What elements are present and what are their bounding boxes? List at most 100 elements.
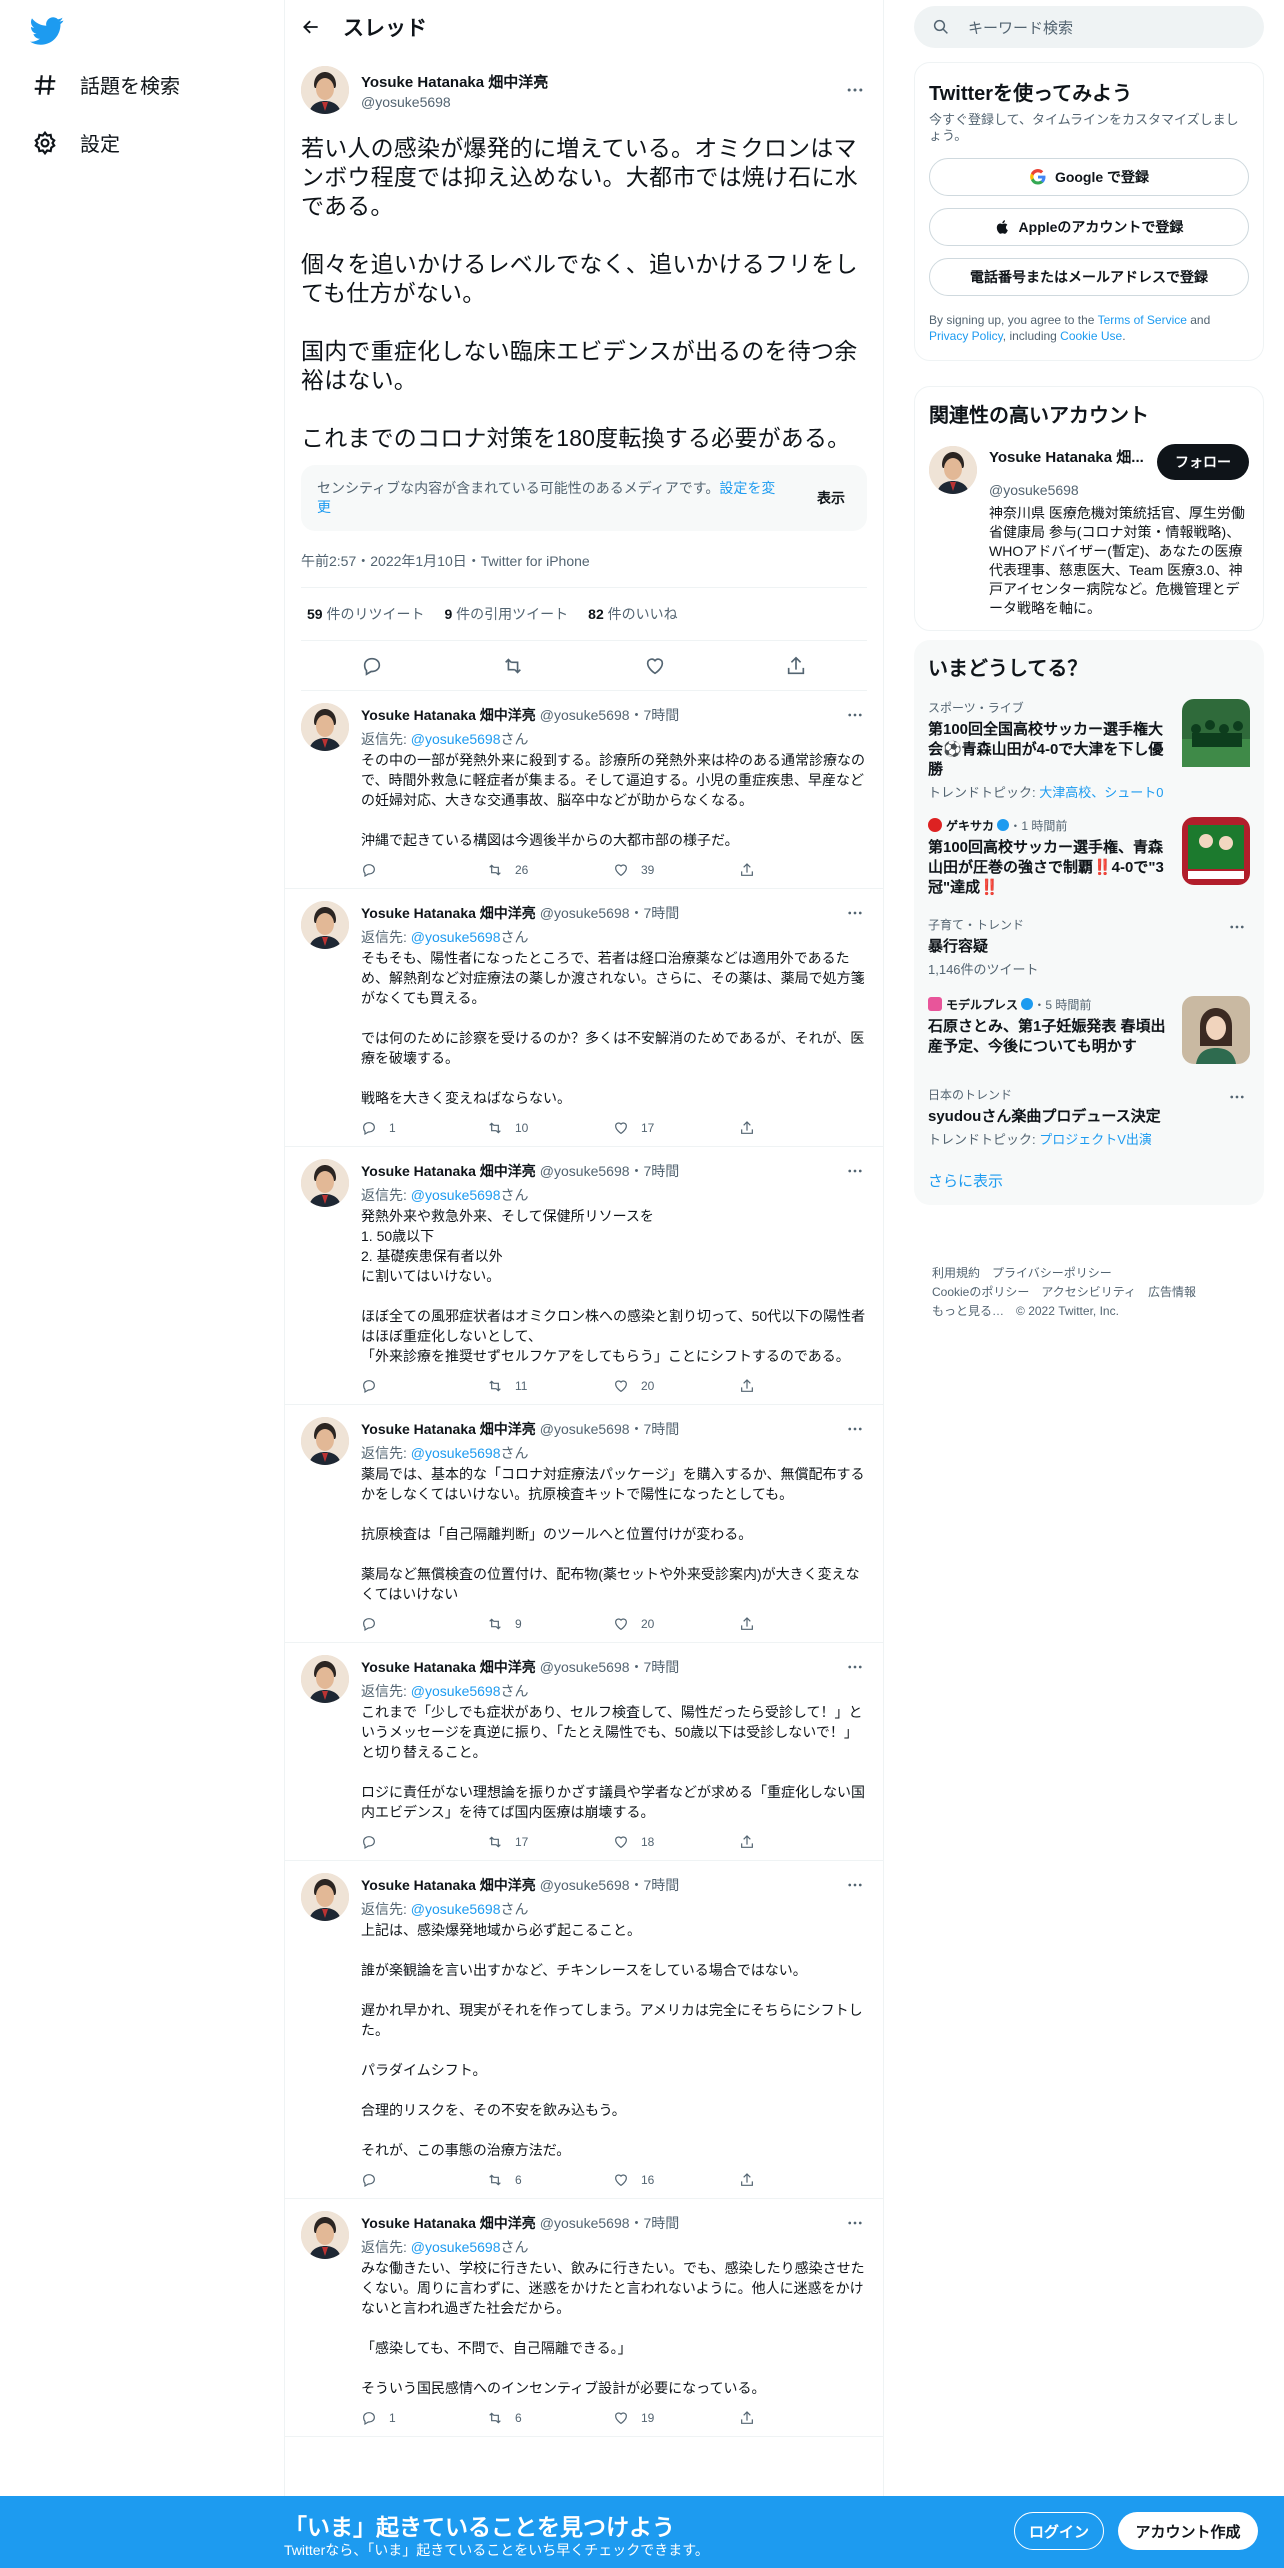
avatar[interactable] <box>301 1417 349 1465</box>
avatar[interactable] <box>929 446 977 494</box>
phone-email-signup-button[interactable]: 電話番号またはメールアドレスで登録 <box>929 258 1249 296</box>
share-action[interactable] <box>739 1120 865 1136</box>
share-icon[interactable] <box>785 655 807 677</box>
reply-action[interactable] <box>361 1834 487 1850</box>
avatar[interactable] <box>301 1159 349 1207</box>
share-action[interactable] <box>739 1616 865 1632</box>
author-handle[interactable]: @yosuke5698 <box>361 94 843 110</box>
mention-link[interactable]: @yosuke5698 <box>411 929 501 945</box>
author-name[interactable]: Yosuke Hatanaka 畑中洋亮 <box>361 2213 536 2233</box>
like-action[interactable]: 20 <box>613 1378 739 1394</box>
mention-link[interactable]: @yosuke5698 <box>411 1683 501 1699</box>
share-action[interactable] <box>739 2172 865 2188</box>
reply-tweet[interactable]: Yosuke Hatanaka 畑中洋亮 @yosuke5698・7時間 返信先: … <box>285 889 883 1147</box>
avatar[interactable] <box>301 66 349 114</box>
mention-link[interactable]: @yosuke5698 <box>411 2239 501 2255</box>
search-input[interactable]: キーワード検索 <box>968 17 1073 38</box>
author-name[interactable]: Yosuke Hatanaka 畑中洋亮 <box>361 71 843 92</box>
more-icon[interactable] <box>843 2211 867 2235</box>
mention-link[interactable]: @yosuke5698 <box>411 1901 501 1917</box>
share-action[interactable] <box>739 1378 865 1394</box>
more-icon[interactable] <box>843 901 867 925</box>
footer-link[interactable]: もっと見る… <box>932 1304 1004 1318</box>
share-action[interactable] <box>739 2410 865 2426</box>
cookie-use-link[interactable]: Cookie Use <box>1060 329 1122 343</box>
reply-action[interactable] <box>361 1616 487 1632</box>
retweet-action[interactable]: 17 <box>487 1834 613 1850</box>
reply-action[interactable] <box>361 1378 487 1394</box>
share-action[interactable] <box>739 1834 865 1850</box>
reply-tweet[interactable]: Yosuke Hatanaka 畑中洋亮 @yosuke5698・7時間 返信先: … <box>285 1147 883 1405</box>
related-account-name[interactable]: Yosuke Hatanaka 畑... <box>989 446 1149 467</box>
avatar[interactable] <box>301 703 349 751</box>
more-icon[interactable] <box>843 703 867 727</box>
trend-item[interactable]: スポーツ・ライブ 第100回全国高校サッカー選手権大会⚽青森山田が4-0で大津を… <box>928 699 1250 801</box>
reply-action[interactable] <box>361 862 487 878</box>
footer-link[interactable]: 利用規約 <box>932 1266 980 1280</box>
footer-link[interactable]: Cookieのポリシー <box>932 1285 1029 1299</box>
reply-tweet[interactable]: Yosuke Hatanaka 畑中洋亮 @yosuke5698・7時間 返信先: … <box>285 2199 883 2437</box>
author-handle-time[interactable]: @yosuke5698・7時間 <box>540 2213 680 2233</box>
tweet-timestamp[interactable]: 午前2:57・2022年1月10日・Twitter for iPhone <box>301 551 867 588</box>
follow-button[interactable]: フォロー <box>1157 444 1249 480</box>
login-button[interactable]: ログイン <box>1014 2512 1104 2550</box>
twitter-logo-icon[interactable] <box>30 14 64 48</box>
footer-link[interactable]: プライバシーポリシー <box>992 1266 1112 1280</box>
more-icon[interactable] <box>1228 1088 1246 1106</box>
trend-item[interactable]: モデルプレス ・5 時間前 石原さとみ、第1子妊娠発表 春頃出産予定、今後につい… <box>928 996 1250 1068</box>
reply-tweet[interactable]: Yosuke Hatanaka 畑中洋亮 @yosuke5698・7時間 返信先: … <box>285 1643 883 1861</box>
author-name[interactable]: Yosuke Hatanaka 畑中洋亮 <box>361 1161 536 1181</box>
author-name[interactable]: Yosuke Hatanaka 畑中洋亮 <box>361 1657 536 1677</box>
like-action[interactable]: 19 <box>613 2410 739 2426</box>
retweet-icon[interactable] <box>502 655 524 677</box>
reply-tweet[interactable]: Yosuke Hatanaka 畑中洋亮 @yosuke5698・7時間 返信先: … <box>285 1861 883 2199</box>
footer-link[interactable]: 広告情報 <box>1148 1285 1196 1299</box>
signup-button[interactable]: アカウント作成 <box>1118 2512 1258 2550</box>
author-handle-time[interactable]: @yosuke5698・7時間 <box>540 1161 680 1181</box>
reply-action[interactable] <box>361 2172 487 2188</box>
like-action[interactable]: 20 <box>613 1616 739 1632</box>
author-handle-time[interactable]: @yosuke5698・7時間 <box>540 903 680 923</box>
related-account-handle[interactable]: @yosuke5698 <box>989 482 1249 498</box>
avatar[interactable] <box>301 1655 349 1703</box>
author-name[interactable]: Yosuke Hatanaka 畑中洋亮 <box>361 705 536 725</box>
like-icon[interactable] <box>644 655 666 677</box>
author-name[interactable]: Yosuke Hatanaka 畑中洋亮 <box>361 903 536 923</box>
retweet-action[interactable]: 6 <box>487 2172 613 2188</box>
reply-action[interactable]: 1 <box>361 2410 487 2426</box>
retweet-count[interactable]: 59 件のリツイート <box>307 604 424 624</box>
more-icon[interactable] <box>843 1873 867 1897</box>
author-name[interactable]: Yosuke Hatanaka 畑中洋亮 <box>361 1419 536 1439</box>
more-icon[interactable] <box>843 1417 867 1441</box>
related-account[interactable]: Yosuke Hatanaka 畑... フォロー @yosuke5698 神奈… <box>929 444 1249 618</box>
apple-signup-button[interactable]: Appleのアカウントで登録 <box>929 208 1249 246</box>
more-icon[interactable] <box>843 78 867 102</box>
author-handle-time[interactable]: @yosuke5698・7時間 <box>540 705 680 725</box>
nav-settings[interactable]: 設定 <box>32 128 120 157</box>
show-more-link[interactable]: さらに表示 <box>928 1170 1250 1191</box>
more-icon[interactable] <box>1228 918 1246 936</box>
more-icon[interactable] <box>843 1655 867 1679</box>
retweet-action[interactable]: 6 <box>487 2410 613 2426</box>
back-arrow-icon[interactable] <box>301 17 321 37</box>
nav-explore[interactable]: 話題を検索 <box>32 70 180 99</box>
footer-link[interactable]: アクセシビリティ <box>1041 1285 1136 1299</box>
author-handle-time[interactable]: @yosuke5698・7時間 <box>540 1875 680 1895</box>
trend-item[interactable]: ゲキサカ ・1 時間前 第100回高校サッカー選手権、青森山田が圧巻の強さで制覇… <box>928 817 1250 898</box>
reply-tweet[interactable]: Yosuke Hatanaka 畑中洋亮 @yosuke5698・7時間 返信先: … <box>285 691 883 889</box>
retweet-action[interactable]: 11 <box>487 1378 613 1394</box>
retweet-action[interactable]: 9 <box>487 1616 613 1632</box>
avatar[interactable] <box>301 901 349 949</box>
author-handle-time[interactable]: @yosuke5698・7時間 <box>540 1657 680 1677</box>
author-name[interactable]: Yosuke Hatanaka 畑中洋亮 <box>361 1875 536 1895</box>
reply-icon[interactable] <box>361 655 383 677</box>
search-box[interactable]: キーワード検索 <box>914 6 1264 48</box>
author-handle-time[interactable]: @yosuke5698・7時間 <box>540 1419 680 1439</box>
like-count[interactable]: 82 件のいいね <box>588 604 677 624</box>
google-signup-button[interactable]: Google で登録 <box>929 158 1249 196</box>
avatar[interactable] <box>301 2211 349 2259</box>
like-action[interactable]: 16 <box>613 2172 739 2188</box>
mention-link[interactable]: @yosuke5698 <box>411 1445 501 1461</box>
quote-count[interactable]: 9 件の引用ツイート <box>444 604 568 624</box>
retweet-action[interactable]: 26 <box>487 862 613 878</box>
